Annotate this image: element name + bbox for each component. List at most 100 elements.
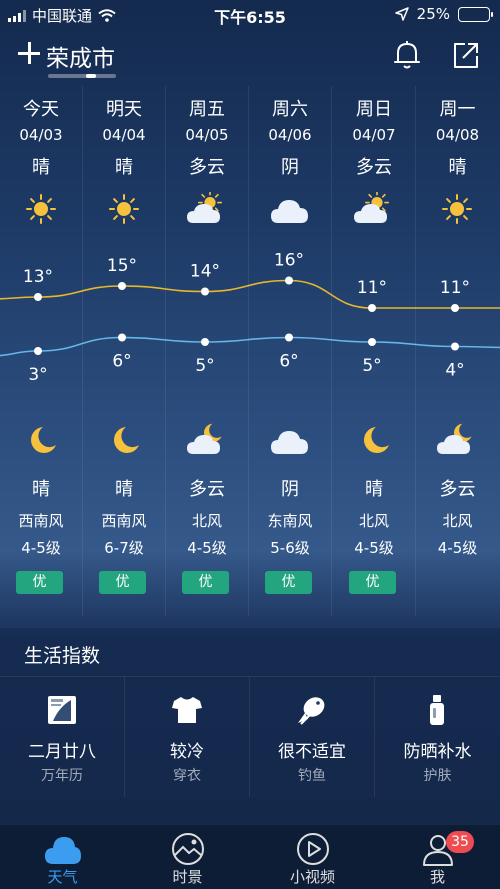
city-title[interactable]: 荣成市 — [46, 39, 115, 73]
wind-level: 4-5级 — [187, 539, 227, 557]
calendar-icon — [48, 696, 76, 724]
day-condition: 晴 — [115, 157, 133, 178]
wind-direction: 北风 — [358, 512, 389, 530]
fish-icon — [298, 697, 325, 725]
wind-direction: 北风 — [191, 512, 222, 530]
life-item-fishing[interactable]: 很不适宜 钓鱼 — [250, 677, 375, 797]
wind-direction: 北风 — [442, 512, 473, 530]
sun-icon — [442, 194, 472, 224]
battery-icon — [458, 6, 493, 22]
life-index-panel: 生活指数 二月廿八 万年历 较冷 穿衣 很不适宜 钓鱼 防晒补水 护肤 — [0, 628, 500, 824]
day-date: 04/04 — [102, 126, 146, 144]
moon-icon — [114, 427, 139, 453]
page-indicator-dot — [86, 74, 96, 78]
location-arrow-icon — [394, 7, 409, 21]
cloud-tab-icon — [45, 837, 81, 864]
night-condition: 晴 — [365, 479, 383, 500]
tab-bar: 天气 时景 小视频 我 — [0, 824, 500, 889]
life-index-title: 生活指数 — [24, 645, 101, 667]
header: 荣成市 — [0, 36, 500, 86]
day-date: 04/08 — [435, 126, 480, 144]
sun-cloud-icon — [187, 192, 223, 223]
tab-label: 小视频 — [289, 868, 335, 886]
day-name: 周六 — [272, 99, 308, 120]
life-item-value: 二月廿八 — [28, 742, 96, 762]
wind-level: 5-6级 — [270, 539, 310, 557]
day-date: 04/05 — [185, 126, 229, 144]
tab-scene[interactable]: 时景 — [125, 825, 250, 889]
forecast-panel: 13° 15° 14° 16° 11° 11° 3° 6° 5° 6° 5° 4° 今天 04/03 晴晴… — [0, 86, 500, 616]
day-condition: 晴 — [448, 157, 467, 178]
forecast-day[interactable]: 明天 04/04 晴晴西南风 6-7级优 — [83, 86, 166, 616]
night-condition: 晴 — [32, 479, 50, 500]
day-name: 明天 — [106, 99, 142, 120]
bell-icon[interactable] — [393, 40, 421, 70]
wind-direction: 西南风 — [18, 512, 64, 530]
cloud-icon — [271, 431, 308, 454]
life-item-name: 万年历 — [41, 768, 83, 784]
day-name: 今天 — [23, 99, 59, 120]
aqi-badge: 优 — [349, 571, 396, 594]
tab-label: 时景 — [172, 868, 203, 886]
day-date: 04/06 — [268, 126, 312, 144]
day-name: 周日 — [356, 99, 392, 120]
forecast-day[interactable]: 周六 04/06 阴阴东南风 5-6级优 — [249, 86, 332, 616]
wind-level: 6-7级 — [104, 539, 144, 557]
life-item-skincare[interactable]: 防晒补水 护肤 — [375, 677, 500, 797]
page-indicator — [48, 74, 116, 78]
wind-level: 4-5级 — [21, 539, 61, 557]
notification-badge: 35 — [446, 831, 474, 853]
cloud-icon — [271, 200, 308, 223]
sun-cloud-icon — [354, 192, 390, 223]
forecast-day[interactable]: 今天 04/03 晴晴西南风 4-5级优 — [0, 86, 83, 616]
night-condition: 多云 — [439, 479, 476, 500]
wind-direction: 西南风 — [101, 512, 147, 530]
forecast-day[interactable]: 周五 04/05 多云 多云 北风 4-5级优 — [166, 86, 249, 616]
battery-percent: 25% — [416, 5, 450, 23]
tab-label: 天气 — [47, 868, 78, 886]
share-icon[interactable] — [452, 40, 480, 70]
aqi-badge: 优 — [182, 571, 229, 594]
life-item-value: 防晒补水 — [403, 742, 472, 762]
tab-label: 我 — [429, 868, 445, 886]
life-item-calendar[interactable]: 二月廿八 万年历 — [0, 677, 125, 797]
moon-cloud-icon — [437, 423, 472, 454]
wind-level: 4-5级 — [354, 539, 394, 557]
night-condition: 多云 — [189, 479, 225, 500]
aqi-badge: 优 — [16, 571, 63, 594]
add-icon[interactable] — [18, 42, 40, 64]
shirt-icon — [172, 697, 202, 723]
video-tab-icon — [297, 833, 329, 865]
day-date: 04/03 — [19, 126, 63, 144]
day-name: 周五 — [189, 99, 225, 120]
life-item-value: 很不适宜 — [278, 742, 346, 762]
day-condition: 多云 — [356, 157, 392, 178]
status-bar: 中国联通 下午6:55 25% — [0, 0, 500, 30]
aqi-badge: 优 — [99, 571, 146, 594]
scene-tab-icon — [172, 833, 204, 865]
life-item-name: 护肤 — [423, 768, 452, 784]
sun-icon — [109, 194, 139, 224]
aqi-badge: 优 — [265, 571, 312, 594]
moon-cloud-icon — [187, 423, 222, 454]
moon-icon — [364, 427, 389, 453]
tab-video[interactable]: 小视频 — [250, 825, 375, 889]
forecast-day[interactable]: 周日 04/07 多云晴北风 4-5级优 — [333, 86, 416, 616]
lotion-icon — [430, 695, 444, 725]
day-date: 04/07 — [352, 126, 396, 144]
tab-weather[interactable]: 天气 — [0, 825, 125, 889]
tab-profile[interactable]: 我 — [375, 825, 500, 889]
day-name: 周一 — [439, 99, 476, 120]
day-condition: 多云 — [189, 157, 225, 178]
life-item-name: 钓鱼 — [298, 768, 326, 784]
night-condition: 晴 — [115, 479, 133, 500]
day-condition: 晴 — [32, 157, 50, 178]
night-condition: 阴 — [281, 479, 299, 500]
wind-level: 4-5级 — [437, 539, 478, 557]
life-item-value: 较冷 — [170, 742, 204, 762]
forecast-day[interactable]: 周一 04/08 晴多云北风 4-5级 — [416, 86, 499, 616]
life-item-clothing[interactable]: 较冷 穿衣 — [125, 677, 250, 797]
sun-icon — [26, 194, 56, 224]
moon-icon — [31, 427, 56, 453]
status-right: 25% — [394, 5, 493, 23]
